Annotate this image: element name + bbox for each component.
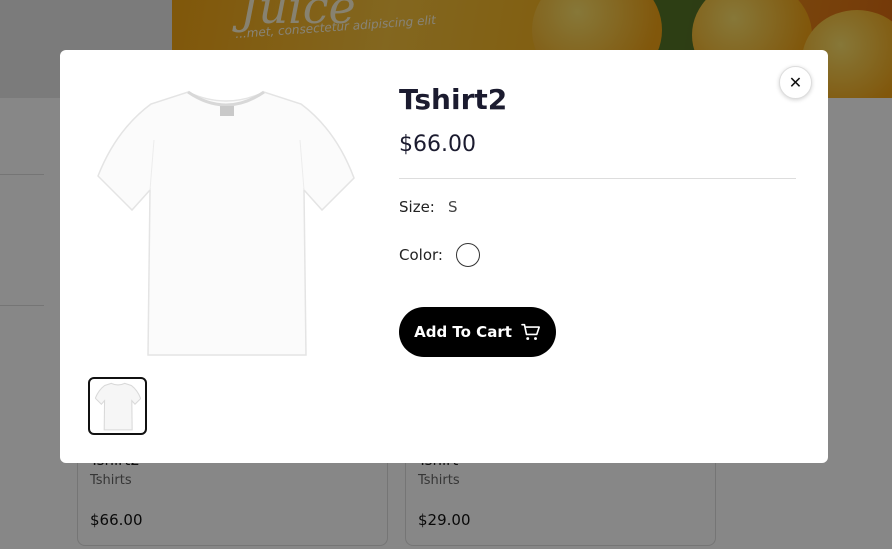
color-swatch-white[interactable] — [456, 243, 480, 267]
add-to-cart-button[interactable]: Add To Cart — [399, 307, 556, 357]
add-to-cart-label: Add To Cart — [414, 323, 512, 341]
close-button[interactable]: ✕ — [779, 66, 812, 99]
cart-icon — [521, 323, 540, 341]
product-quick-view-modal: ✕ Tshirt2 $66.00 Size: S Color: Add To C… — [60, 50, 828, 463]
divider — [399, 178, 796, 179]
close-icon: ✕ — [788, 74, 803, 92]
tshirt-icon — [97, 90, 355, 356]
product-main-image — [96, 80, 356, 360]
size-option-s[interactable]: S — [448, 198, 458, 216]
product-thumbnail[interactable] — [88, 377, 147, 435]
tshirt-thumbnail-icon — [94, 382, 141, 431]
product-price: $66.00 — [399, 132, 476, 157]
product-title: Tshirt2 — [399, 83, 508, 116]
color-label: Color: — [399, 246, 443, 264]
size-label: Size: — [399, 198, 435, 216]
